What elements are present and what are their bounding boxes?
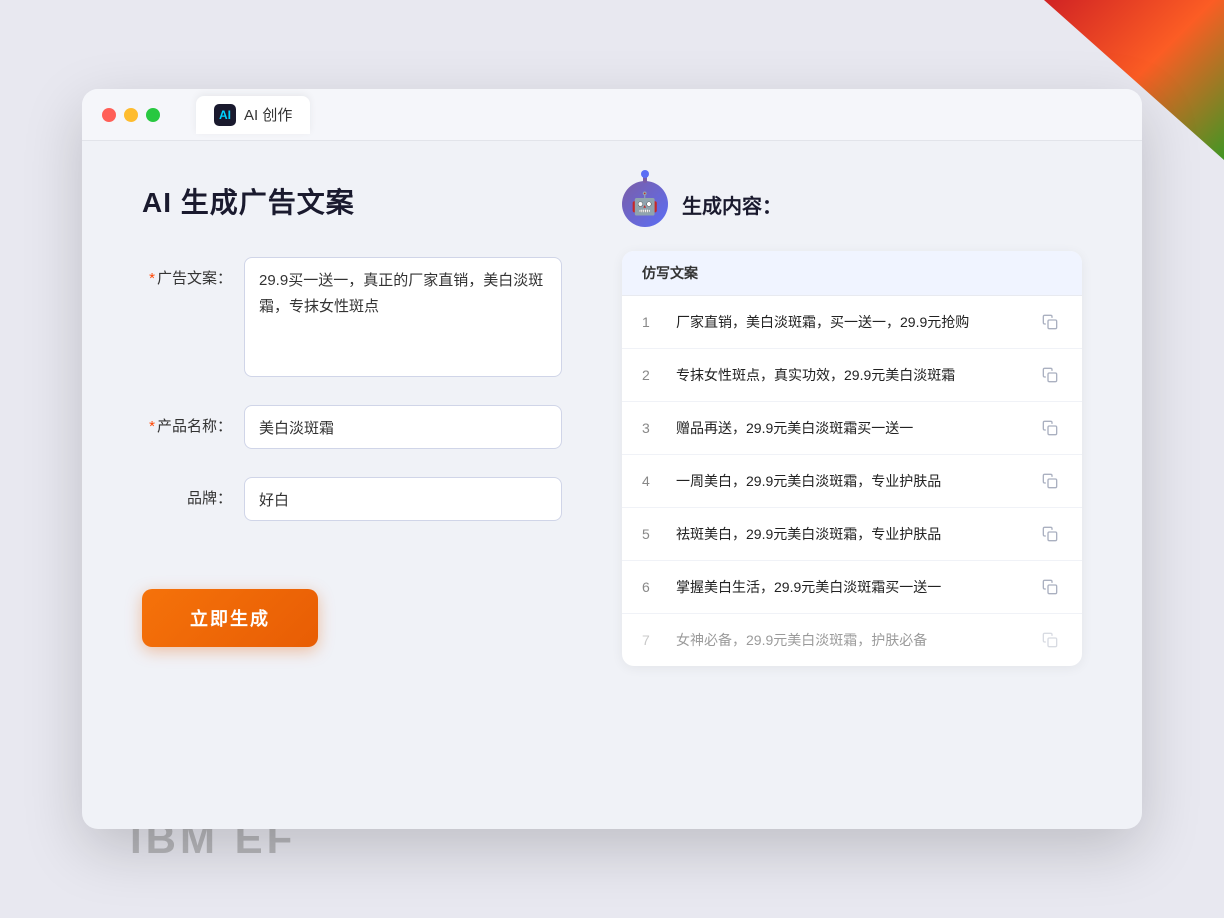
result-row: 6 掌握美白生活，29.9元美白淡斑霜买一送一 [622,561,1082,614]
results-list: 1 厂家直销，美白淡斑霜，买一送一，29.9元抢购 2 专抹女性斑点，真实功效，29… [622,296,1082,666]
result-number: 6 [642,579,662,595]
copy-button[interactable] [1038,469,1062,493]
close-button[interactable] [102,108,116,122]
tab-title: AI 创作 [244,104,292,125]
copy-button[interactable] [1038,363,1062,387]
brand-input[interactable] [244,477,562,521]
traffic-lights [102,108,160,122]
ad-copy-row: *广告文案： [142,257,562,377]
tab-ai-creation[interactable]: AI AI 创作 [196,96,310,134]
required-star-ad: * [149,270,155,287]
result-text: 专抹女性斑点，真实功效，29.9元美白淡斑霜 [676,365,1024,386]
copy-button[interactable] [1038,416,1062,440]
required-star-product: * [149,418,155,435]
result-text: 祛斑美白，29.9元美白淡斑霜，专业护肤品 [676,524,1024,545]
right-header: 🤖 生成内容： [622,181,1082,227]
maximize-button[interactable] [146,108,160,122]
copy-button[interactable] [1038,522,1062,546]
result-number: 7 [642,632,662,648]
product-name-label: *产品名称： [142,405,232,436]
minimize-button[interactable] [124,108,138,122]
result-row: 1 厂家直销，美白淡斑霜，买一送一，29.9元抢购 [622,296,1082,349]
result-number: 2 [642,367,662,383]
browser-window: AI AI 创作 AI 生成广告文案 *广告文案： *产品名称： [82,89,1142,829]
result-row: 7 女神必备，29.9元美白淡斑霜，护肤必备 [622,614,1082,666]
result-text: 女神必备，29.9元美白淡斑霜，护肤必备 [676,630,1024,651]
results-table: 仿写文案 1 厂家直销，美白淡斑霜，买一送一，29.9元抢购 2 专抹女性斑点，真实… [622,251,1082,666]
result-row: 5 祛斑美白，29.9元美白淡斑霜，专业护肤品 [622,508,1082,561]
robot-face: 🤖 [631,191,658,217]
robot-antenna [643,175,647,183]
copy-button[interactable] [1038,310,1062,334]
copy-button[interactable] [1038,628,1062,652]
product-name-input[interactable] [244,405,562,449]
ad-copy-label: *广告文案： [142,257,232,288]
generate-button[interactable]: 立即生成 [142,589,318,647]
robot-icon: 🤖 [622,181,668,227]
content-area: AI 生成广告文案 *广告文案： *产品名称： 品牌： 立 [82,141,1142,821]
brand-row: 品牌： [142,477,562,521]
copy-button[interactable] [1038,575,1062,599]
result-number: 4 [642,473,662,489]
result-text: 厂家直销，美白淡斑霜，买一送一，29.9元抢购 [676,312,1024,333]
result-number: 3 [642,420,662,436]
result-row: 4 一周美白，29.9元美白淡斑霜，专业护肤品 [622,455,1082,508]
result-text: 一周美白，29.9元美白淡斑霜，专业护肤品 [676,471,1024,492]
result-row: 3 赠品再送，29.9元美白淡斑霜买一送一 [622,402,1082,455]
result-number: 1 [642,314,662,330]
results-header: 仿写文案 [622,251,1082,296]
product-name-row: *产品名称： [142,405,562,449]
right-title: 生成内容： [682,190,782,219]
result-number: 5 [642,526,662,542]
right-panel: 🤖 生成内容： 仿写文案 1 厂家直销，美白淡斑霜，买一送一，29.9元抢购 2专… [622,181,1082,781]
title-bar: AI AI 创作 [82,89,1142,141]
brand-label: 品牌： [142,477,232,508]
result-text: 赠品再送，29.9元美白淡斑霜买一送一 [676,418,1024,439]
left-panel: AI 生成广告文案 *广告文案： *产品名称： 品牌： 立 [142,181,562,781]
result-row: 2 专抹女性斑点，真实功效，29.9元美白淡斑霜 [622,349,1082,402]
page-title: AI 生成广告文案 [142,181,562,221]
ad-copy-input[interactable] [244,257,562,377]
result-text: 掌握美白生活，29.9元美白淡斑霜买一送一 [676,577,1024,598]
tab-ai-icon: AI [214,104,236,126]
